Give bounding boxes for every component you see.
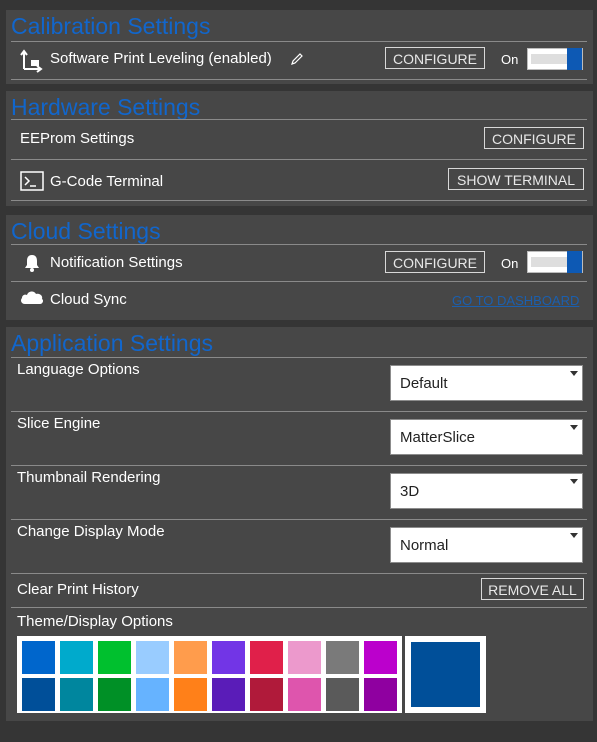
chevron-down-icon xyxy=(570,533,578,538)
toggle-knob xyxy=(567,251,582,273)
display-mode-divider xyxy=(11,573,587,574)
theme-color-swatch[interactable] xyxy=(136,678,169,711)
cloud-title: Cloud Settings xyxy=(11,218,161,244)
bell-icon xyxy=(25,255,39,272)
theme-color-swatch[interactable] xyxy=(22,641,55,674)
calibration-section: Calibration Settings Software Print Leve… xyxy=(6,10,593,84)
go-to-dashboard-link[interactable]: GO TO DASHBOARD xyxy=(452,293,579,308)
language-divider xyxy=(11,411,587,412)
notification-configure-button[interactable]: CONFIGURE xyxy=(385,251,485,273)
slice-engine-divider xyxy=(11,465,587,466)
theme-color-swatch[interactable] xyxy=(60,678,93,711)
cloud-icon xyxy=(21,291,44,304)
chevron-down-icon xyxy=(570,371,578,376)
theme-color-swatch[interactable] xyxy=(174,641,207,674)
theme-color-swatch[interactable] xyxy=(250,641,283,674)
gcode-terminal-label: G-Code Terminal xyxy=(50,173,164,190)
theme-color-swatch[interactable] xyxy=(364,678,397,711)
theme-preview-color xyxy=(411,642,480,707)
thumbnail-divider xyxy=(11,519,587,520)
notification-settings-label: Notification Settings xyxy=(50,254,183,271)
theme-color-swatch[interactable] xyxy=(326,678,359,711)
eeprom-divider xyxy=(11,159,587,160)
theme-color-swatch[interactable] xyxy=(22,678,55,711)
hardware-divider xyxy=(11,119,587,120)
chevron-down-icon xyxy=(570,479,578,484)
language-label: Language Options xyxy=(17,361,140,378)
toggle-track xyxy=(531,257,567,267)
display-mode-label: Change Display Mode xyxy=(17,523,165,540)
theme-color-swatch[interactable] xyxy=(288,678,321,711)
notification-toggle[interactable] xyxy=(527,251,583,273)
slice-engine-select[interactable]: MatterSlice xyxy=(390,419,583,455)
theme-color-swatch[interactable] xyxy=(250,678,283,711)
thumbnail-select[interactable]: 3D xyxy=(390,473,583,509)
application-divider xyxy=(11,357,587,358)
theme-color-swatch[interactable] xyxy=(98,641,131,674)
eeprom-label: EEProm Settings xyxy=(20,130,135,147)
application-section: Application Settings Language Options De… xyxy=(6,327,593,721)
language-select[interactable]: Default xyxy=(390,365,583,401)
calibration-title: Calibration Settings xyxy=(11,13,211,39)
thumbnail-value: 3D xyxy=(400,483,420,500)
theme-color-swatch[interactable] xyxy=(326,641,359,674)
theme-options-label: Theme/Display Options xyxy=(17,613,173,630)
theme-swatch-grid xyxy=(17,636,402,713)
theme-color-swatch[interactable] xyxy=(98,678,131,711)
cloud-divider xyxy=(11,244,587,245)
theme-color-swatch[interactable] xyxy=(174,678,207,711)
display-mode-value: Normal xyxy=(400,537,449,554)
calibration-bottom-divider xyxy=(11,79,587,80)
theme-color-swatch[interactable] xyxy=(364,641,397,674)
eeprom-configure-button[interactable]: CONFIGURE xyxy=(484,127,584,149)
slice-engine-value: MatterSlice xyxy=(400,429,476,446)
theme-color-swatch[interactable] xyxy=(212,678,245,711)
slice-engine-label: Slice Engine xyxy=(17,415,101,432)
theme-color-swatch[interactable] xyxy=(212,641,245,674)
hardware-bottom-divider xyxy=(11,200,587,201)
toggle-knob xyxy=(567,48,582,70)
language-value: Default xyxy=(400,375,448,392)
calibration-toggle[interactable] xyxy=(527,48,583,70)
toggle-track xyxy=(531,54,567,64)
show-terminal-button[interactable]: SHOW TERMINAL xyxy=(448,168,584,190)
clear-history-label: Clear Print History xyxy=(17,581,139,598)
print-leveling-label: Software Print Leveling (enabled) xyxy=(50,50,272,67)
notification-divider xyxy=(11,281,587,282)
theme-preview xyxy=(405,636,486,713)
calibration-divider xyxy=(11,41,587,42)
thumbnail-label: Thumbnail Rendering xyxy=(17,469,161,486)
cloud-sync-label: Cloud Sync xyxy=(50,291,127,308)
application-title: Application Settings xyxy=(11,330,214,356)
terminal-icon xyxy=(20,171,44,191)
theme-color-swatch[interactable] xyxy=(60,641,93,674)
print-leveling-icon xyxy=(20,49,43,73)
display-mode-select[interactable]: Normal xyxy=(390,527,583,563)
notification-toggle-label: On xyxy=(501,256,519,271)
hardware-title: Hardware Settings xyxy=(11,94,201,120)
clear-history-divider xyxy=(11,607,587,608)
theme-color-swatch[interactable] xyxy=(136,641,169,674)
remove-all-button[interactable]: REMOVE ALL xyxy=(481,578,584,600)
chevron-down-icon xyxy=(570,425,578,430)
hardware-section: Hardware Settings EEProm Settings CONFIG… xyxy=(6,91,593,206)
theme-color-swatch[interactable] xyxy=(288,641,321,674)
edit-pencil-icon[interactable] xyxy=(290,52,304,66)
cloud-section: Cloud Settings Notification Settings CON… xyxy=(6,215,593,320)
calibration-configure-button[interactable]: CONFIGURE xyxy=(385,47,485,69)
calibration-toggle-label: On xyxy=(501,52,519,67)
